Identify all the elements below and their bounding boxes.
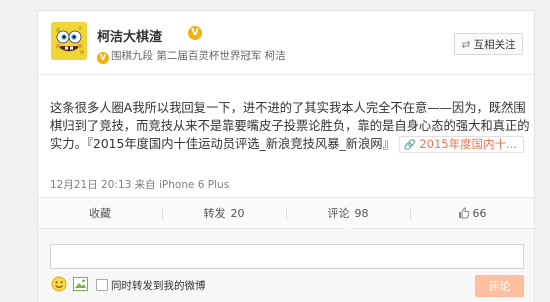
post-meta: 12月21日 20:13 来自 iPhone 6 Plus	[50, 179, 230, 191]
comment-label: 评论	[327, 207, 350, 220]
submit-comment-button[interactable]: 评论	[475, 275, 524, 297]
verification-info: V 围棋九段 第二届百灵杯世界冠军 柯洁	[97, 48, 286, 64]
thumbs-up-icon	[458, 207, 470, 219]
comment-count: 98	[354, 206, 369, 220]
repost-count: 20	[230, 206, 245, 220]
comment-tab[interactable]: 评论 98	[286, 198, 410, 234]
repost-label: 转发	[203, 207, 226, 220]
like-count: 66	[472, 206, 487, 220]
favorite-button[interactable]: 收藏	[38, 198, 162, 228]
swap-icon: ⇄	[461, 37, 471, 51]
repost-button[interactable]: 转发 20	[162, 198, 286, 228]
verified-badge-icon: V	[188, 26, 202, 40]
verified-icon: V	[97, 52, 109, 64]
post-line: 这条很多人圈A我所以我回复一下，进不进的了其实我本人完全不在意——因为，既然围	[50, 101, 526, 115]
repost-checkbox-label[interactable]: 同时转发到我的微博	[111, 278, 206, 293]
post-line: 实力。『2015年度国内十佳运动员评选_新浪竞技风暴_新浪网』	[50, 137, 395, 151]
weibo-card: 柯洁大棋渣 V V 围棋九段 第二届百灵杯世界冠军 柯洁 ⇄ 互相关注 这条很多人圈…	[37, 10, 535, 302]
comment-input[interactable]	[50, 244, 524, 269]
link-label: 2015年度国内十...	[419, 137, 518, 151]
avatar[interactable]	[51, 22, 87, 60]
card-header: 柯洁大棋渣 V V 围棋九段 第二届百灵杯世界冠军 柯洁 ⇄ 互相关注	[38, 11, 534, 75]
link-icon: 🔗	[403, 140, 417, 151]
like-button[interactable]: 66	[410, 198, 534, 228]
verification-text: 围棋九段 第二届百灵杯世界冠军 柯洁	[111, 50, 286, 62]
action-bar: 收藏 转发 20 评论 98 66	[38, 197, 534, 234]
post-line-last: 实力。『2015年度国内十佳运动员评选_新浪竞技风暴_新浪网』 🔗 2015年度国内…	[50, 135, 525, 153]
repost-checkbox[interactable]	[96, 279, 108, 291]
link-card[interactable]: 🔗 2015年度国内十...	[398, 136, 525, 153]
username[interactable]: 柯洁大棋渣	[97, 26, 162, 45]
comment-area: 同时转发到我的微博 评论	[38, 229, 534, 302]
favorite-label: 收藏	[89, 207, 111, 220]
post-line: 棋归到了竞技，而竞技从来不是靠要嘴皮子投票论胜负，靠的是自身心态的强大和真正的	[50, 119, 530, 133]
follow-button[interactable]: ⇄ 互相关注	[454, 33, 523, 55]
post-text: 这条很多人圈A我所以我回复一下，进不进的了其实我本人完全不在意——因为，既然围 …	[50, 99, 530, 153]
image-icon[interactable]	[73, 277, 88, 291]
follow-label: 互相关注	[473, 38, 516, 51]
emoji-icon[interactable]	[51, 276, 67, 292]
